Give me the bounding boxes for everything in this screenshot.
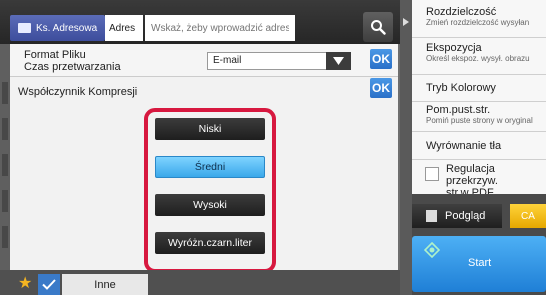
left-strip	[0, 44, 10, 294]
address-button-label: Adres	[109, 22, 136, 34]
file-format-panel: Format Pliku Czas przetwarzania E-mail	[10, 44, 398, 77]
color-mode-title: Tryb Kolorowy	[426, 82, 496, 94]
search-icon	[371, 20, 386, 35]
file-format-label-line2: Czas przetwarzania	[24, 61, 121, 73]
option-low[interactable]: Niski	[155, 118, 265, 140]
panel-separator[interactable]	[400, 0, 412, 295]
address-book-icon	[18, 23, 31, 33]
background-item[interactable]: Wyrównanie tła	[412, 132, 546, 160]
deskew-pdf-checkbox[interactable]	[425, 167, 439, 181]
resolution-title: Rozdzielczość	[426, 6, 497, 18]
preview-button[interactable]: Podgląd	[412, 204, 502, 228]
address-input[interactable]	[145, 15, 295, 41]
resolution-subtitle: Zmień rozdzielczość wysyłan	[426, 18, 530, 27]
skip-blank-item[interactable]: Pom.pust.str. Pomiń puste strony w orygi…	[412, 102, 546, 132]
option-high[interactable]: Wysoki	[155, 194, 265, 216]
skip-blank-subtitle: Pomiń puste strony w oryginal	[426, 116, 533, 125]
start-button[interactable]: Start	[412, 236, 546, 292]
bottom-bar	[0, 270, 400, 295]
address-button[interactable]: Adres	[105, 15, 143, 41]
exposure-subtitle: Określ ekspoz. wysył. obrazu	[426, 54, 530, 63]
file-format-label-line1: Format Pliku	[24, 49, 86, 61]
address-book-label: Ks. Adresowa	[36, 22, 98, 34]
other-button[interactable]: Inne	[62, 274, 148, 295]
preview-icon	[426, 210, 437, 222]
color-mode-item[interactable]: Tryb Kolorowy	[412, 75, 546, 102]
collapse-arrow-icon	[403, 18, 409, 26]
resolution-item[interactable]: Rozdzielczość Zmień rozdzielczość wysyła…	[412, 0, 546, 38]
search-button[interactable]	[363, 12, 393, 42]
select-dropdown-button[interactable]	[326, 52, 351, 70]
format-ok-button[interactable]: OK	[370, 49, 392, 69]
dialog-title: Współczynnik Kompresji	[18, 86, 138, 98]
skip-blank-title: Pom.pust.str.	[426, 104, 491, 116]
exposure-title: Ekspozycja	[426, 42, 482, 54]
background-title: Wyrównanie tła	[426, 140, 502, 152]
preview-label: Podgląd	[445, 210, 486, 222]
option-medium[interactable]: Średni	[155, 156, 265, 178]
check-button[interactable]	[38, 274, 60, 295]
exposure-item[interactable]: Ekspozycja Określ ekspoz. wysył. obrazu	[412, 38, 546, 75]
check-icon	[42, 279, 56, 290]
compression-ok-button[interactable]: OK	[370, 78, 392, 98]
file-format-label: Format Pliku Czas przetwarzania	[24, 49, 121, 73]
deskew-pdf-label-line1: Regulacja przekrzyw.	[446, 163, 498, 187]
star-icon[interactable]: ★	[18, 276, 32, 292]
start-label: Start	[468, 257, 492, 269]
address-book-button[interactable]: Ks. Adresowa	[10, 15, 105, 41]
clear-all-button[interactable]: CA	[510, 204, 546, 228]
option-text-emphasis[interactable]: Wyróżn.czarn.liter	[155, 232, 265, 254]
compression-dialog: Współczynnik Kompresji Niski Średni Wyso…	[10, 76, 398, 273]
chevron-down-icon	[333, 57, 344, 65]
start-icon	[424, 242, 440, 258]
options-highlight-frame: Niski Średni Wysoki Wyróżn.czarn.liter	[144, 108, 276, 273]
